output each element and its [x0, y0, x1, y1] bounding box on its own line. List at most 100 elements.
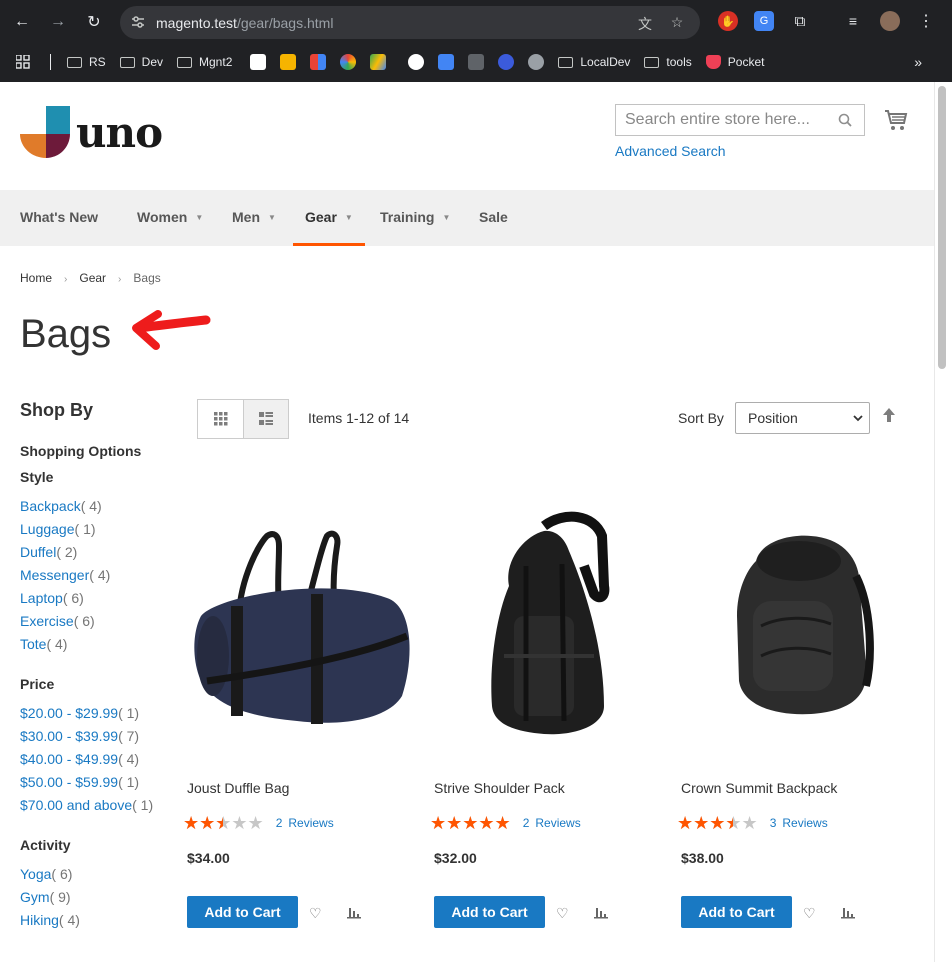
grid-view-button[interactable]: [197, 399, 243, 439]
bookmark-star-icon[interactable]: ☆: [668, 14, 686, 32]
wishlist-heart-icon[interactable]: ♡: [803, 905, 818, 921]
tool-bookmark-icon[interactable]: [468, 54, 485, 70]
openai-icon[interactable]: [528, 54, 545, 70]
browser-menu-icon[interactable]: ⋮: [916, 11, 936, 31]
nav-item-men[interactable]: Men ▼: [232, 190, 276, 246]
wishlist-heart-icon[interactable]: ♡: [556, 905, 571, 921]
store-logo[interactable]: uno: [20, 106, 163, 162]
translate-icon[interactable]: 文: [636, 14, 654, 32]
filter-link[interactable]: Messenger: [20, 567, 89, 583]
filter-option[interactable]: Luggage( 1): [20, 518, 170, 541]
apps-grid-icon[interactable]: [16, 55, 30, 69]
filter-option[interactable]: $50.00 - $59.99( 1): [20, 771, 170, 794]
filter-link[interactable]: Backpack: [20, 498, 81, 514]
sort-by-select[interactable]: Position: [735, 402, 870, 434]
product-image-duffle-bag[interactable]: [187, 506, 417, 746]
filter-link[interactable]: Yoga: [20, 866, 51, 882]
site-settings-icon[interactable]: [130, 14, 146, 30]
filter-link[interactable]: Luggage: [20, 521, 75, 537]
wishlist-heart-icon[interactable]: ♡: [309, 905, 324, 921]
compare-icon[interactable]: [594, 905, 608, 919]
product-image-shoulder-pack[interactable]: [434, 506, 664, 746]
scrollbar-thumb[interactable]: [938, 86, 946, 369]
compare-icon[interactable]: [347, 905, 361, 919]
filter-option[interactable]: Messenger( 4): [20, 564, 170, 587]
search-icon[interactable]: [838, 113, 852, 127]
breadcrumb-home[interactable]: Home: [20, 271, 52, 285]
bookmark-folder-mgnt2[interactable]: Mgnt2: [177, 55, 232, 69]
add-to-cart-button[interactable]: Add to Cart: [187, 896, 298, 928]
filter-link[interactable]: Tote: [20, 636, 46, 652]
filter-link[interactable]: Duffel: [20, 544, 56, 560]
add-to-cart-button[interactable]: Add to Cart: [434, 896, 545, 928]
photos-icon[interactable]: [340, 54, 357, 70]
filter-link[interactable]: Exercise: [20, 613, 74, 629]
filter-link[interactable]: Laptop: [20, 590, 63, 606]
google-icon[interactable]: [408, 54, 425, 70]
sort-direction-icon[interactable]: [883, 408, 895, 425]
filter-option[interactable]: Gym( 9): [20, 886, 170, 909]
nav-label: Men: [232, 209, 260, 225]
filter-option[interactable]: Duffel( 2): [20, 541, 170, 564]
filter-option[interactable]: Laptop( 6): [20, 587, 170, 610]
filter-option[interactable]: Tote( 4): [20, 633, 170, 656]
drive-icon[interactable]: [370, 54, 387, 70]
translate-bookmark-icon[interactable]: [438, 54, 455, 70]
filter-option[interactable]: $40.00 - $49.99( 4): [20, 748, 170, 771]
notion-icon[interactable]: [250, 54, 267, 70]
add-to-cart-button[interactable]: Add to Cart: [681, 896, 792, 928]
forward-icon[interactable]: →: [46, 10, 70, 34]
filter-option[interactable]: $70.00 and above( 1): [20, 794, 170, 817]
reviews-link[interactable]: 2 Reviews: [523, 816, 581, 830]
filter-link[interactable]: $40.00 - $49.99: [20, 751, 118, 767]
filter-option[interactable]: $20.00 - $29.99( 1): [20, 702, 170, 725]
bookmark-pocket[interactable]: Pocket: [705, 55, 764, 69]
nav-item-training[interactable]: Training ▼: [380, 190, 450, 246]
advanced-search-link[interactable]: Advanced Search: [615, 143, 726, 159]
bookmark-folder-localdev[interactable]: LocalDev: [558, 55, 630, 69]
product-name[interactable]: Crown Summit Backpack: [681, 780, 837, 796]
reviews-link[interactable]: 2 Reviews: [276, 816, 334, 830]
compass-icon[interactable]: [498, 54, 515, 70]
gmail-icon[interactable]: [310, 54, 327, 70]
media-queue-icon[interactable]: ≡: [843, 11, 863, 31]
nav-item-whats-new[interactable]: What's New: [20, 190, 98, 246]
bookmark-folder-tools[interactable]: tools: [644, 55, 692, 69]
filter-link[interactable]: $20.00 - $29.99: [20, 705, 118, 721]
extension-stop-icon[interactable]: ✋: [718, 11, 738, 31]
product-name[interactable]: Joust Duffle Bag: [187, 780, 289, 796]
extensions-puzzle-icon[interactable]: ⧉: [790, 11, 810, 31]
filter-option[interactable]: Backpack( 4): [20, 495, 170, 518]
filter-option[interactable]: Hiking( 4): [20, 909, 170, 932]
list-view-button[interactable]: [243, 399, 289, 439]
filter-link[interactable]: $30.00 - $39.99: [20, 728, 118, 744]
address-bar[interactable]: magento.test/gear/bags.html 文 ☆: [120, 6, 700, 39]
bookmark-folder-rs[interactable]: RS: [67, 55, 106, 69]
filter-option[interactable]: Yoga( 6): [20, 863, 170, 886]
extension-translate-icon[interactable]: G: [754, 11, 774, 31]
reviews-count: 3: [769, 816, 777, 830]
compare-icon[interactable]: [841, 905, 855, 919]
product-name[interactable]: Strive Shoulder Pack: [434, 780, 565, 796]
bookmark-folder-dev[interactable]: Dev: [119, 55, 163, 69]
filter-option[interactable]: $30.00 - $39.99( 7): [20, 725, 170, 748]
nav-item-women[interactable]: Women ▼: [137, 190, 203, 246]
reviews-link[interactable]: 3 Reviews: [770, 816, 828, 830]
nav-item-gear[interactable]: Gear ▼: [293, 190, 365, 246]
filter-link[interactable]: $70.00 and above: [20, 797, 132, 813]
filter-count: ( 6): [73, 613, 95, 629]
product-image-backpack[interactable]: [681, 506, 911, 746]
filter-option[interactable]: Exercise( 6): [20, 610, 170, 633]
search-input[interactable]: Search entire store here...: [615, 104, 865, 136]
filter-link[interactable]: Gym: [20, 889, 50, 905]
profile-avatar[interactable]: [880, 11, 900, 31]
reload-icon[interactable]: ↻: [82, 10, 106, 34]
more-bookmarks-icon[interactable]: »: [914, 54, 922, 70]
back-icon[interactable]: ←: [10, 10, 34, 34]
filter-link[interactable]: $50.00 - $59.99: [20, 774, 118, 790]
keep-icon[interactable]: [280, 54, 297, 70]
filter-link[interactable]: Hiking: [20, 912, 59, 928]
nav-item-sale[interactable]: Sale: [479, 190, 508, 246]
cart-icon[interactable]: [884, 108, 908, 132]
breadcrumb-gear[interactable]: Gear: [79, 271, 106, 285]
